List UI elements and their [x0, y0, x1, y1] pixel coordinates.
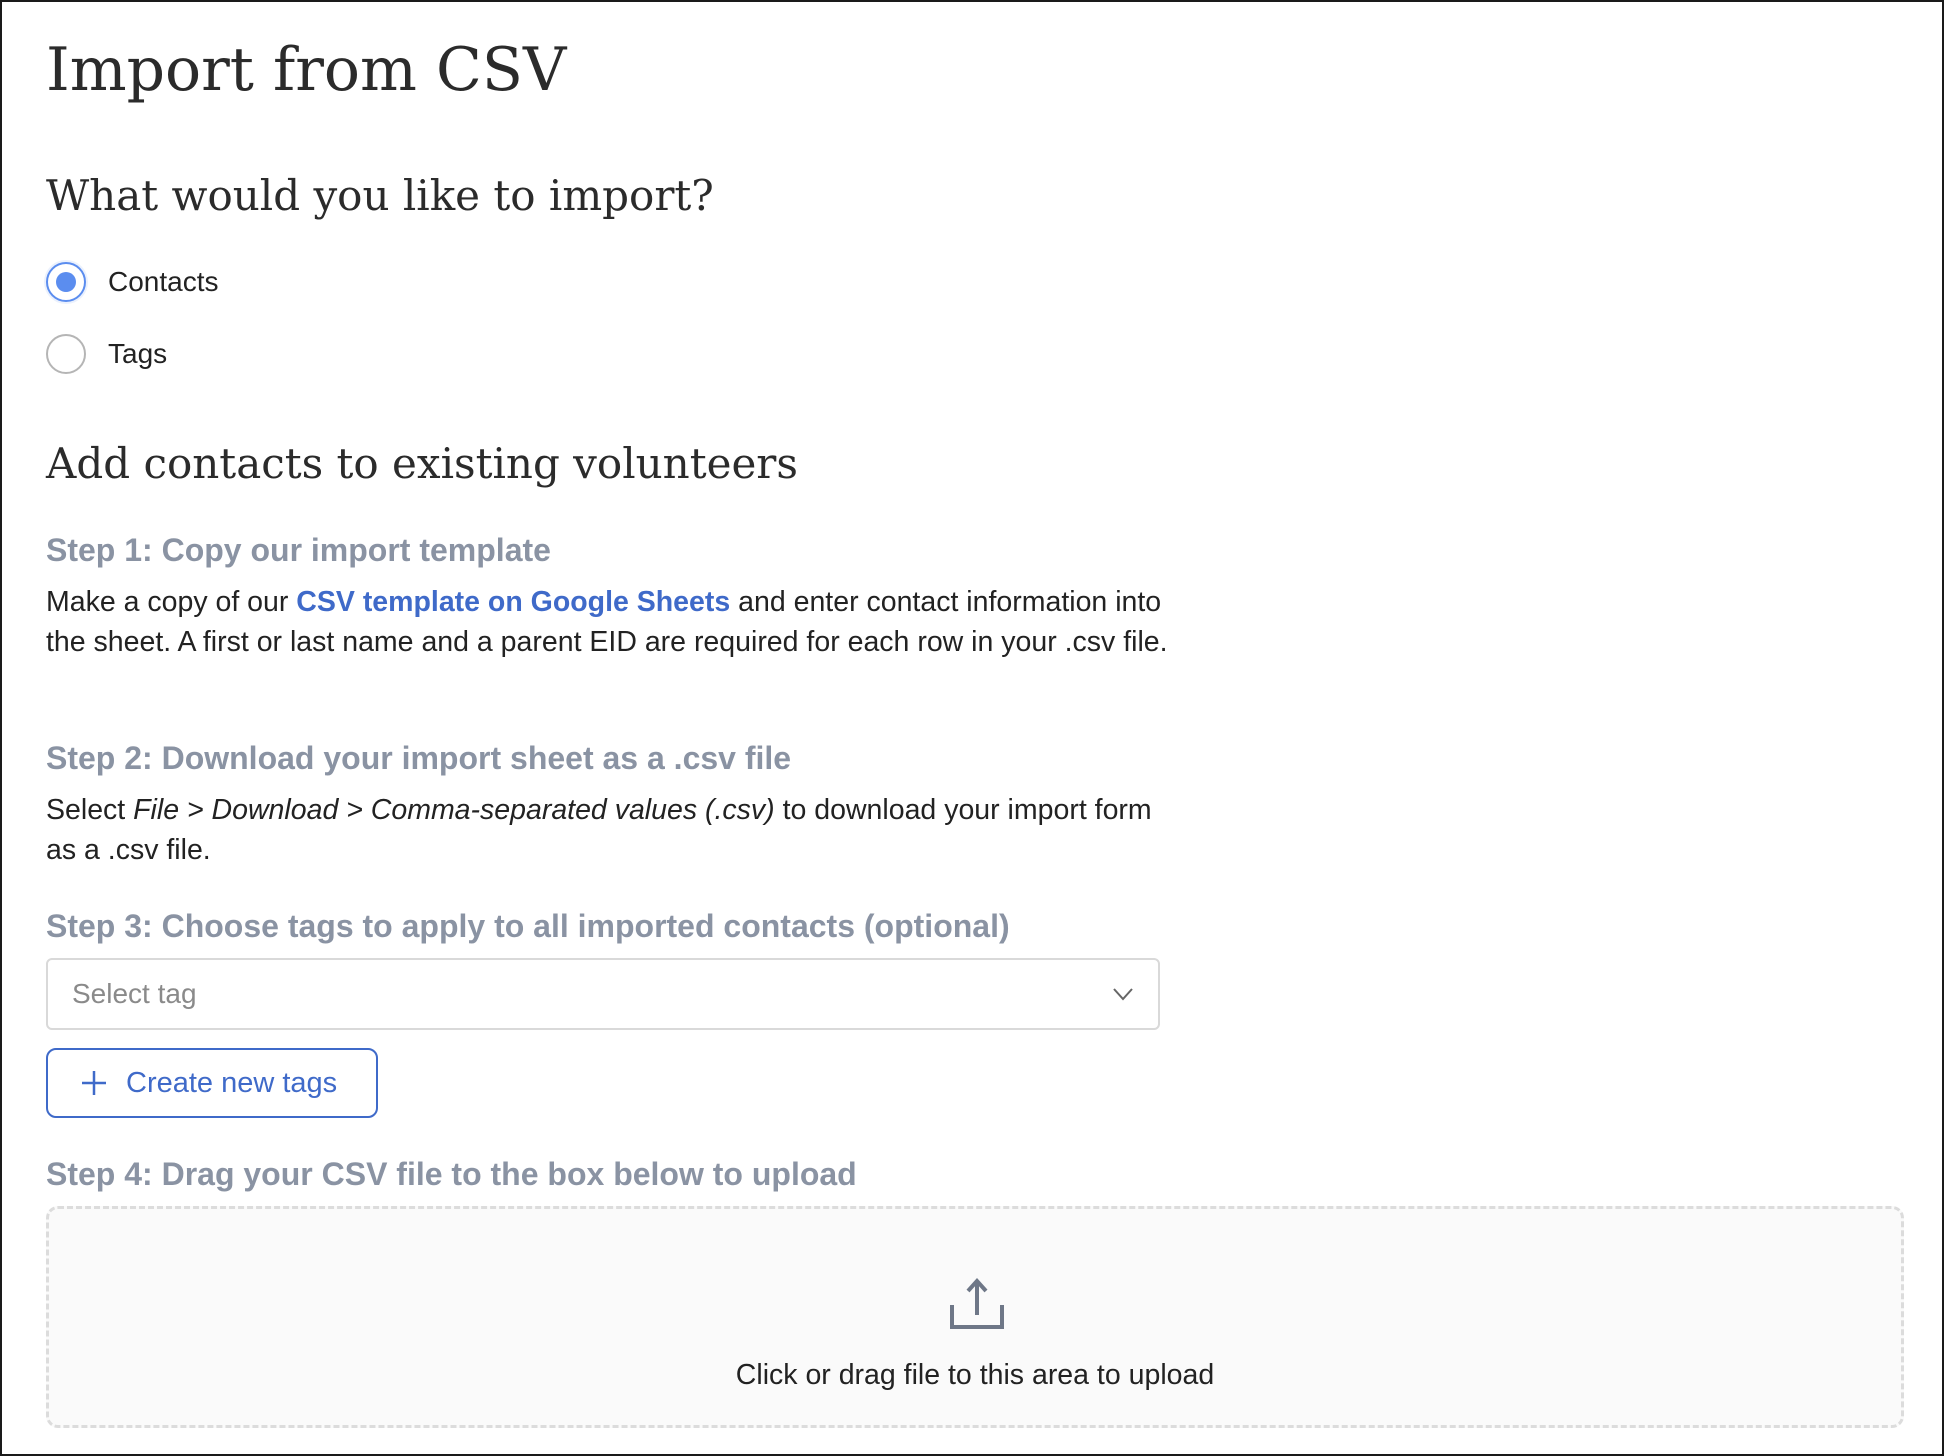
csv-template-link[interactable]: CSV template on Google Sheets: [296, 586, 730, 618]
dropzone-text: Click or drag file to this area to uploa…: [735, 1359, 1215, 1391]
page-frame: Import from CSV What would you like to i…: [0, 0, 1944, 1456]
radio-option-tags[interactable]: Tags: [46, 330, 167, 378]
radio-label-tags: Tags: [108, 338, 168, 369]
step2-description: Select File > Download > Comma-separated…: [46, 790, 1176, 870]
plus-icon: [82, 1071, 106, 1095]
step2-text-before: Select: [46, 794, 134, 826]
radio-option-contacts[interactable]: Contacts: [46, 258, 219, 306]
chevron-down-icon: [1113, 988, 1133, 1001]
tag-select-placeholder: Select tag: [72, 978, 197, 1009]
create-new-tags-button[interactable]: Create new tags: [46, 1048, 378, 1118]
tag-select[interactable]: Select tag: [46, 958, 1160, 1030]
section-title: Add contacts to existing volunteers: [46, 439, 798, 488]
import-type-question: What would you like to import?: [46, 171, 714, 220]
menu-path: File > Download > Comma-separated values…: [133, 794, 775, 826]
upload-dropzone[interactable]: Click or drag file to this area to uploa…: [46, 1206, 1904, 1428]
step2-title: Step 2: Download your import sheet as a …: [46, 740, 792, 776]
step3-title: Step 3: Choose tags to apply to all impo…: [46, 908, 1010, 944]
step4-title: Step 4: Drag your CSV file to the box be…: [46, 1156, 857, 1192]
upload-icon: [950, 1278, 1004, 1329]
radio-button-contacts[interactable]: [46, 262, 86, 302]
radio-button-tags[interactable]: [46, 334, 86, 374]
create-new-tags-label: Create new tags: [126, 1066, 338, 1099]
step1-title: Step 1: Copy our import template: [46, 532, 551, 568]
step1-description: Make a copy of our CSV template on Googl…: [46, 582, 1176, 662]
page-title: Import from CSV: [46, 35, 567, 105]
step1-text-before: Make a copy of our: [46, 586, 297, 618]
radio-label-contacts: Contacts: [108, 266, 219, 297]
